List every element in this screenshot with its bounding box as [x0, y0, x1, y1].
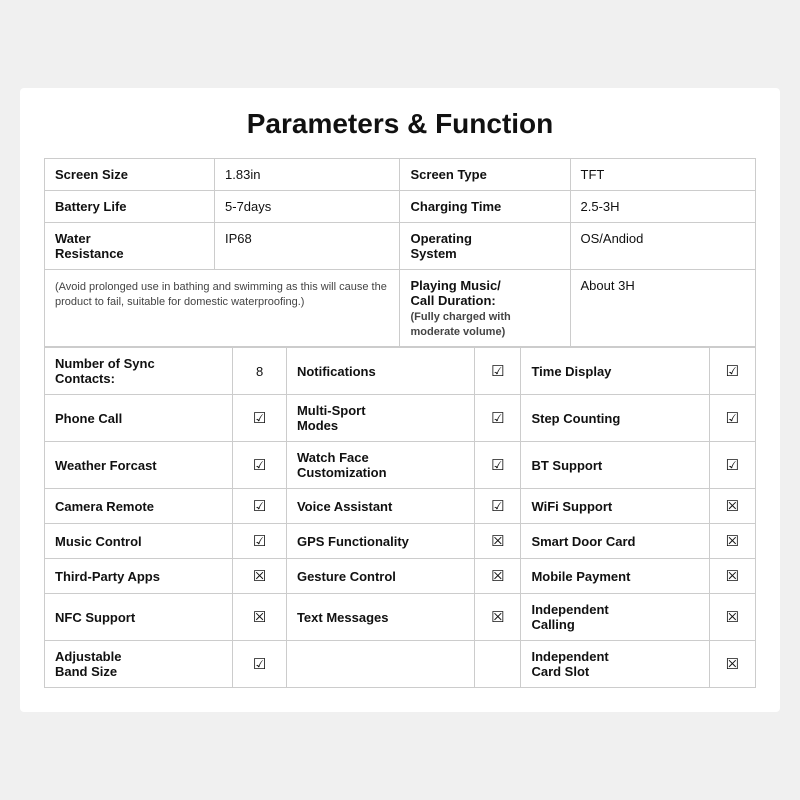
feat-check-phone-call — [233, 395, 287, 442]
feat-check-independent-calling — [709, 594, 755, 641]
feat-check-notifications — [475, 348, 521, 395]
spec-val-water: IP68 — [215, 223, 400, 270]
feature-row-4: Music Control GPS Functionality Smart Do… — [45, 524, 756, 559]
feat-label-nfc: NFC Support — [45, 594, 233, 641]
feat-label-phone-call: Phone Call — [45, 395, 233, 442]
feat-label-band-size: AdjustableBand Size — [45, 641, 233, 688]
feat-empty-2 — [475, 641, 521, 688]
feat-check-step-counting — [709, 395, 755, 442]
page-title: Parameters & Function — [44, 108, 756, 140]
feature-row-5: Third-Party Apps Gesture Control Mobile … — [45, 559, 756, 594]
feat-label-step-counting: Step Counting — [521, 395, 709, 442]
feat-label-sync: Number of SyncContacts: — [45, 348, 233, 395]
feat-check-camera — [233, 489, 287, 524]
spec-row-2: Battery Life 5-7days Charging Time 2.5-3… — [45, 191, 756, 223]
feature-row-3: Camera Remote Voice Assistant WiFi Suppo… — [45, 489, 756, 524]
features-header-row: Number of SyncContacts: 8 Notifications … — [45, 348, 756, 395]
spec-val-charging: 2.5-3H — [570, 191, 756, 223]
spec-row-1: Screen Size 1.83in Screen Type TFT — [45, 159, 756, 191]
feat-check-nfc — [233, 594, 287, 641]
feat-check-weather — [233, 442, 287, 489]
feat-label-gps: GPS Functionality — [286, 524, 474, 559]
feature-row-6: NFC Support Text Messages IndependentCal… — [45, 594, 756, 641]
feat-label-voice: Voice Assistant — [286, 489, 474, 524]
feat-label-music: Music Control — [45, 524, 233, 559]
feat-label-wifi: WiFi Support — [521, 489, 709, 524]
spec-val-screen-size: 1.83in — [215, 159, 400, 191]
spec-label-screen-size: Screen Size — [45, 159, 215, 191]
spec-label-os: OperatingSystem — [400, 223, 570, 270]
feat-label-text-messages: Text Messages — [286, 594, 474, 641]
feat-check-music — [233, 524, 287, 559]
feat-label-smart-door: Smart Door Card — [521, 524, 709, 559]
feat-label-third-party: Third-Party Apps — [45, 559, 233, 594]
feat-label-card-slot: IndependentCard Slot — [521, 641, 709, 688]
feat-check-band-size — [233, 641, 287, 688]
feat-label-camera: Camera Remote — [45, 489, 233, 524]
spec-val-screen-type: TFT — [570, 159, 756, 191]
spec-val-os: OS/Andiod — [570, 223, 756, 270]
spec-water-note: (Avoid prolonged use in bathing and swim… — [45, 270, 400, 347]
feat-label-bt-support: BT Support — [521, 442, 709, 489]
feat-label-weather: Weather Forcast — [45, 442, 233, 489]
feat-check-gps — [475, 524, 521, 559]
feat-check-gesture — [475, 559, 521, 594]
feat-label-multi-sport: Multi-SportModes — [286, 395, 474, 442]
spec-row-4: (Avoid prolonged use in bathing and swim… — [45, 270, 756, 347]
feat-label-mobile-payment: Mobile Payment — [521, 559, 709, 594]
feat-check-mobile-payment — [709, 559, 755, 594]
feat-check-wifi — [709, 489, 755, 524]
spec-label-screen-type: Screen Type — [400, 159, 570, 191]
feat-check-bt-support — [709, 442, 755, 489]
feat-check-third-party — [233, 559, 287, 594]
feature-row-7: AdjustableBand Size IndependentCard Slot — [45, 641, 756, 688]
card: Parameters & Function Screen Size 1.83in… — [20, 88, 780, 712]
spec-row-3: WaterResistance IP68 OperatingSystem OS/… — [45, 223, 756, 270]
spec-label-battery: Battery Life — [45, 191, 215, 223]
spec-label-music: Playing Music/Call Duration:(Fully charg… — [400, 270, 570, 347]
feat-check-text-messages — [475, 594, 521, 641]
feat-label-time-display: Time Display — [521, 348, 709, 395]
spec-label-charging: Charging Time — [400, 191, 570, 223]
feat-label-watch-face: Watch FaceCustomization — [286, 442, 474, 489]
feat-check-voice — [475, 489, 521, 524]
feature-row-2: Weather Forcast Watch FaceCustomization … — [45, 442, 756, 489]
specs-table: Screen Size 1.83in Screen Type TFT Batte… — [44, 158, 756, 347]
feat-label-gesture: Gesture Control — [286, 559, 474, 594]
spec-val-music: About 3H — [570, 270, 756, 347]
feat-label-notifications: Notifications — [286, 348, 474, 395]
spec-label-water: WaterResistance — [45, 223, 215, 270]
feat-check-card-slot — [709, 641, 755, 688]
feature-row-1: Phone Call Multi-SportModes Step Countin… — [45, 395, 756, 442]
feat-val-sync: 8 — [233, 348, 287, 395]
feat-label-independent-calling: IndependentCalling — [521, 594, 709, 641]
feat-check-time-display — [709, 348, 755, 395]
feat-check-smart-door — [709, 524, 755, 559]
features-table: Number of SyncContacts: 8 Notifications … — [44, 347, 756, 688]
feat-empty-1 — [286, 641, 474, 688]
feat-check-watch-face — [475, 442, 521, 489]
spec-val-battery: 5-7days — [215, 191, 400, 223]
feat-check-multi-sport — [475, 395, 521, 442]
